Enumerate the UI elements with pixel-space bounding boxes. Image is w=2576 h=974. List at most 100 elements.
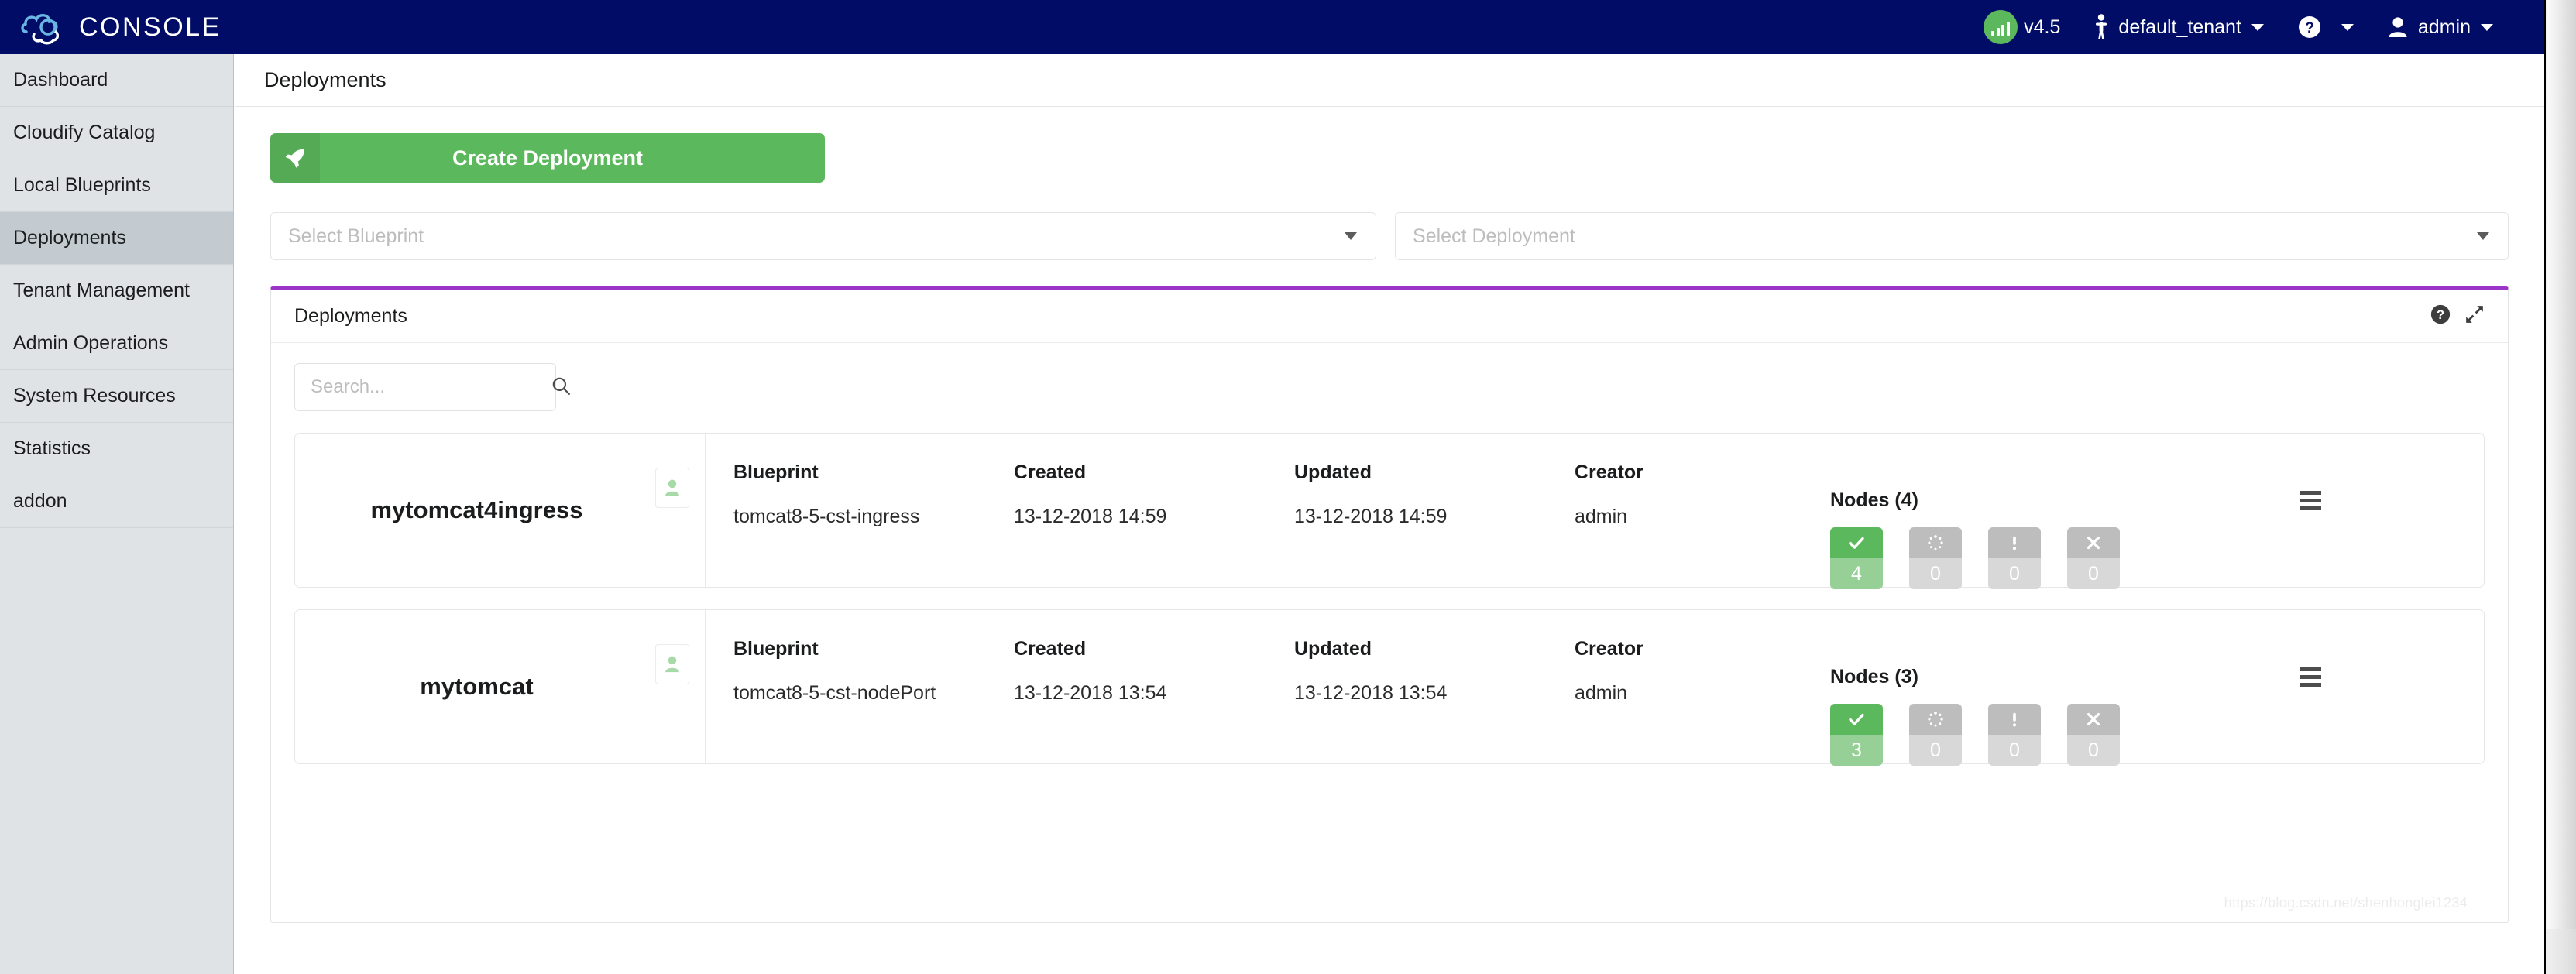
- blueprint-select[interactable]: Select Blueprint: [270, 212, 1377, 260]
- deployment-name: mytomcat: [420, 673, 534, 700]
- cell-creator: admin: [1575, 682, 1628, 704]
- nodes-cell: Nodes (3) 3 0 0 0: [1830, 638, 2264, 766]
- node-count-loading: 0: [1909, 558, 1962, 589]
- check-icon: [1830, 704, 1883, 735]
- deployment-name-cell: mytomcat: [295, 610, 706, 763]
- tenant-selector[interactable]: default_tenant: [2077, 0, 2280, 54]
- main-content-area: Deployments Create Deployment Select Blu…: [235, 54, 2544, 974]
- sidebar-item-addon[interactable]: addon: [0, 475, 233, 528]
- nodes-label: Nodes (3): [1830, 666, 1918, 688]
- sidebar-item-local-blueprints[interactable]: Local Blueprints: [0, 159, 233, 212]
- brand-logo-area[interactable]: CONSOLE: [0, 9, 222, 46]
- nodes-label: Nodes (4): [1830, 489, 1918, 511]
- sidebar-item-deployments[interactable]: Deployments: [0, 212, 233, 265]
- deployment-fields: Blueprint tomcat8-5-cst-nodePort Created…: [706, 610, 2484, 766]
- page-header: Deployments: [235, 54, 2544, 107]
- sidebar-item-label: Local Blueprints: [13, 174, 151, 196]
- sidebar-item-cloudify-catalog[interactable]: Cloudify Catalog: [0, 107, 233, 159]
- sidebar-item-label: Admin Operations: [13, 332, 169, 354]
- user-icon: [2388, 16, 2408, 38]
- node-status-failed[interactable]: 0: [2067, 527, 2120, 589]
- content-wrapper: Create Deployment Select Blueprint Selec…: [235, 107, 2544, 923]
- deployment-fields: Blueprint tomcat8-5-cst-ingress Created …: [706, 434, 2484, 589]
- field-creator: Creator admin: [1575, 638, 1830, 763]
- cross-icon: [2067, 527, 2120, 558]
- help-menu[interactable]: ?: [2281, 0, 2371, 54]
- vertical-scrollbar[interactable]: [2544, 0, 2576, 974]
- version-indicator: v4.5: [1966, 0, 2077, 54]
- node-status-loading[interactable]: 0: [1909, 527, 1962, 589]
- expand-arrows-icon[interactable]: [2464, 304, 2485, 328]
- node-status-ok[interactable]: 3: [1830, 704, 1883, 766]
- row-menu-button[interactable]: [2264, 638, 2357, 763]
- spinner-icon: [1909, 704, 1962, 735]
- sidebar-item-tenant-management[interactable]: Tenant Management: [0, 265, 233, 317]
- tenant-label: default_tenant: [2118, 15, 2241, 38]
- node-status-alert[interactable]: 0: [1988, 704, 2041, 766]
- sidebar-item-label: System Resources: [13, 385, 176, 406]
- search-box[interactable]: [294, 363, 570, 411]
- row-menu-button[interactable]: [2264, 461, 2357, 587]
- create-deployment-button[interactable]: Create Deployment: [270, 133, 825, 183]
- field-created: Created 13-12-2018 13:54: [1014, 638, 1294, 763]
- table-row[interactable]: mytomcat4ingress Blueprint tomcat8-5-cst…: [294, 433, 2485, 589]
- cell-updated: 13-12-2018 13:54: [1294, 682, 1448, 704]
- column-header-blueprint: Blueprint: [733, 638, 819, 660]
- cross-icon: [2067, 704, 2120, 735]
- node-status-loading[interactable]: 0: [1909, 704, 1962, 766]
- magnifier-icon[interactable]: [551, 376, 571, 400]
- top-bar-right-group: v4.5 default_tenant ? admin: [1966, 0, 2544, 54]
- cell-creator: admin: [1575, 506, 1628, 527]
- sidebar-item-label: Tenant Management: [13, 280, 190, 301]
- panel-header: Deployments ?: [271, 290, 2508, 343]
- question-circle-icon: ?: [2298, 15, 2321, 39]
- page-title: Deployments: [264, 68, 386, 91]
- node-status-alert[interactable]: 0: [1988, 527, 2041, 589]
- create-deployment-label: Create Deployment: [452, 146, 644, 170]
- column-header-updated: Updated: [1294, 638, 1372, 660]
- search-input[interactable]: [311, 376, 551, 398]
- scrollbar-thumb[interactable]: [2547, 0, 2576, 929]
- deployment-select-placeholder: Select Deployment: [1413, 225, 1575, 247]
- node-status-failed[interactable]: 0: [2067, 704, 2120, 766]
- cell-created: 13-12-2018 13:54: [1014, 682, 1167, 704]
- deployments-panel: Deployments ? Search... mytomcat4ingress…: [270, 286, 2509, 923]
- field-updated: Updated 13-12-2018 14:59: [1294, 461, 1575, 587]
- sidebar-item-dashboard[interactable]: Dashboard: [0, 54, 233, 107]
- column-header-creator: Creator: [1575, 461, 1643, 483]
- node-count-failed: 0: [2067, 735, 2120, 766]
- node-count-loading: 0: [1909, 735, 1962, 766]
- node-status-group: 3 0 0 0: [1830, 704, 2264, 766]
- cell-created: 13-12-2018 14:59: [1014, 506, 1167, 527]
- panel-header-actions: ?: [2430, 304, 2485, 328]
- node-status-group: 4 0 0 0: [1830, 527, 2264, 589]
- svg-text:?: ?: [2305, 20, 2314, 36]
- field-blueprint: Blueprint tomcat8-5-cst-nodePort: [733, 638, 1014, 763]
- deployment-select[interactable]: Select Deployment: [1395, 212, 2509, 260]
- cell-blueprint: tomcat8-5-cst-ingress: [733, 506, 920, 527]
- column-header-blueprint: Blueprint: [733, 461, 819, 483]
- cell-updated: 13-12-2018 14:59: [1294, 506, 1448, 527]
- user-menu[interactable]: admin: [2371, 0, 2510, 54]
- sidebar-item-admin-operations[interactable]: Admin Operations: [0, 317, 233, 370]
- question-circle-icon[interactable]: ?: [2430, 304, 2451, 328]
- signal-bars-icon: [1984, 10, 2018, 44]
- user-label: admin: [2417, 15, 2471, 38]
- caret-down-icon: [2477, 232, 2489, 240]
- nodes-cell: Nodes (4) 4 0 0 0: [1830, 461, 2264, 589]
- sidebar-item-statistics[interactable]: Statistics: [0, 423, 233, 475]
- user-badge-icon: [655, 468, 689, 508]
- table-row[interactable]: mytomcat Blueprint tomcat8-5-cst-nodePor…: [294, 609, 2485, 766]
- node-status-ok[interactable]: 4: [1830, 527, 1883, 589]
- caret-down-icon: [2251, 23, 2264, 31]
- column-header-updated: Updated: [1294, 461, 1372, 483]
- check-icon: [1830, 527, 1883, 558]
- top-navigation-bar: CONSOLE v4.5 default_tenant ? admin: [0, 0, 2544, 54]
- sidebar-item-system-resources[interactable]: System Resources: [0, 370, 233, 423]
- panel-body: mytomcat4ingress Blueprint tomcat8-5-cst…: [271, 343, 2508, 766]
- sidebar-item-label: Deployments: [13, 227, 126, 249]
- cloud-logo-icon: [21, 14, 60, 45]
- field-created: Created 13-12-2018 14:59: [1014, 461, 1294, 587]
- user-badge-icon: [655, 644, 689, 684]
- sidebar-item-label: Dashboard: [13, 69, 108, 91]
